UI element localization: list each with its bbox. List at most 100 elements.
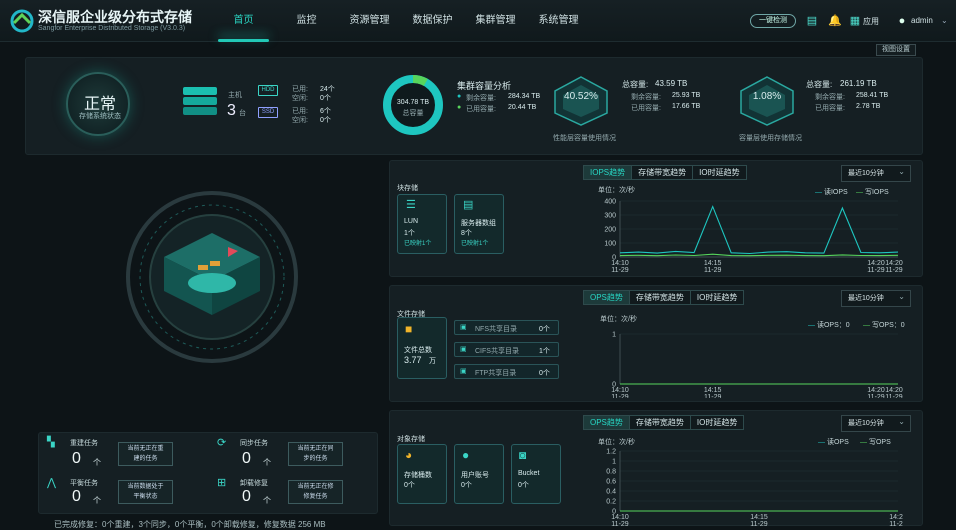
capacity-free-label: 剩余容量: <box>466 95 496 102</box>
repair-count: 0 <box>242 488 251 505</box>
rebuild-unit: 个 <box>93 458 101 467</box>
object-storage-title: 对象存储 <box>397 436 425 443</box>
repair-icon: ⊞ <box>217 477 227 489</box>
pool-card[interactable]: ◕ 存储桶数 0个 <box>397 444 447 504</box>
ftp-label: FTP共享目录 <box>475 370 517 377</box>
bucket-card[interactable]: ◙ Bucket 0个 <box>511 444 561 504</box>
nfs-label: NFS共享目录 <box>475 326 517 333</box>
sync-label: 同步任务 <box>240 440 268 447</box>
share-icon: ▣ <box>460 368 467 375</box>
balance-count: 0 <box>72 488 81 505</box>
perf-total-value: 43.59 TB <box>655 79 688 88</box>
document-icon: ▤ <box>463 199 474 211</box>
nav-system[interactable]: 系统管理 <box>527 0 590 42</box>
file-time-select[interactable]: 最近10分钟 <box>841 289 911 307</box>
perf-free-label: 剩余容量: <box>631 94 661 101</box>
tab-ops[interactable]: OPS趋势 <box>584 416 630 429</box>
perf-tier-caption: 性能层容量使用情况 <box>553 135 616 142</box>
file-legend-read: — 读OPS：0 <box>808 322 850 329</box>
object-unit: 单位：次/秒 <box>598 439 635 446</box>
ftp-row[interactable]: ▣ FTP共享目录 0个 <box>454 364 559 379</box>
report-icon[interactable]: ▤ <box>805 14 819 28</box>
nav-resource[interactable]: 资源管理 <box>338 0 401 42</box>
object-legend-read: — 读OPS <box>818 439 849 446</box>
user-icon[interactable]: ● <box>895 14 909 28</box>
tab-bandwidth[interactable]: 存储带宽趋势 <box>630 416 691 429</box>
tab-latency[interactable]: IO时延趋势 <box>693 166 745 179</box>
lun-card[interactable]: ☰ LUN 1个 已映射1个 <box>397 194 447 254</box>
chevron-down-icon[interactable]: ⌄ <box>941 16 948 25</box>
series-line-write <box>619 253 899 257</box>
y-tick-label: 0.8 <box>606 469 616 476</box>
x-tick-date: 11-29 <box>867 394 884 398</box>
sync-icon: ⟳ <box>217 437 227 449</box>
tab-latency[interactable]: IO时延趋势 <box>691 416 743 429</box>
file-count-card[interactable]: ■ 文件总数 3.77 万 <box>397 317 447 379</box>
object-legend-write: — 写OPS <box>860 439 891 446</box>
x-tick-label: 14:10 <box>611 514 629 521</box>
tab-ops[interactable]: OPS趋势 <box>584 291 630 304</box>
series-line-read <box>619 205 899 255</box>
y-tick-label: 400 <box>604 199 616 206</box>
host-group-card[interactable]: ▤ 服务器数组 8个 已映射1个 <box>454 194 504 254</box>
server-icon <box>183 87 217 115</box>
share-icon: ▣ <box>460 346 467 353</box>
one-click-inspect-button[interactable]: 一键检测 <box>750 14 796 28</box>
balance-icon: ⋀ <box>47 477 57 489</box>
tab-latency[interactable]: IO时延趋势 <box>691 291 743 304</box>
perf-total-label: 总容量: <box>622 80 649 89</box>
file-count-unit: 万 <box>429 358 436 365</box>
block-time-select[interactable]: 最近10分钟 <box>841 164 911 182</box>
system-status-label: 存储系统状态 <box>79 113 121 120</box>
tab-iops[interactable]: IOPS趋势 <box>584 166 633 179</box>
iops-chart: 400300200100014:1011-2914:1511-2914:2011… <box>604 199 903 273</box>
x-tick-label: 14:20 <box>885 260 903 267</box>
app-subtitle: Sangfor Enterprise Distributed Storage (… <box>38 25 186 32</box>
block-unit: 单位：次/秒 <box>598 187 635 194</box>
x-tick-date: 11-29 <box>704 267 721 272</box>
apps-label[interactable]: 应用 <box>863 16 879 27</box>
nav-monitor[interactable]: 监控 <box>275 0 338 42</box>
user-card[interactable]: ● 用户账号 0个 <box>454 444 504 504</box>
host-group-value: 8个 <box>461 230 472 237</box>
y-tick-label: 1.2 <box>606 449 616 456</box>
balance-status-box: 当前数据处于 平衡状态 <box>118 480 173 504</box>
x-tick-date: 11-29 <box>611 521 628 527</box>
nav-home[interactable]: 首页 <box>212 0 275 42</box>
nav-data-protection[interactable]: 数据保护 <box>401 0 464 42</box>
pie-icon: ◕ <box>405 448 413 462</box>
x-tick-date: 11-29 <box>867 267 884 272</box>
bucket-value: 0个 <box>518 482 529 489</box>
repair-summary: 已完成修复：0个重建，3个同步，0个平衡，0个卸载修复，修复数据 256 MB <box>54 520 326 529</box>
repair-status-box: 当前无正在修 修复任务 <box>288 480 343 504</box>
balance-label: 平衡任务 <box>70 480 98 487</box>
system-status-ring: 正常 存储系统状态 <box>66 72 130 136</box>
cifs-label: CIFS共享目录 <box>475 348 519 355</box>
rebuild-label: 重建任务 <box>70 440 98 447</box>
user-name[interactable]: admin <box>911 16 933 25</box>
rebuild-status-box: 当前无正在重 建的任务 <box>118 442 173 466</box>
tab-bandwidth[interactable]: 存储带宽趋势 <box>630 291 691 304</box>
block-tabs: IOPS趋势 存储带宽趋势 IO时延趋势 <box>583 165 747 180</box>
y-tick-label: 1 <box>612 332 616 339</box>
bell-icon[interactable]: 🔔 <box>828 14 842 28</box>
object-tabs: OPS趋势 存储带宽趋势 IO时延趋势 <box>583 415 745 430</box>
view-settings-button[interactable]: 视图设置 <box>876 44 916 56</box>
account-label: 用户账号 <box>461 472 489 479</box>
perf-used-label: 已用容量: <box>631 105 661 112</box>
x-tick-label: 14:20 <box>867 260 885 267</box>
nav-cluster[interactable]: 集群管理 <box>464 0 527 42</box>
nfs-row[interactable]: ▣ NFS共享目录 0个 <box>454 320 559 335</box>
host-group-mapped: 已映射1个 <box>461 241 489 247</box>
account-value: 0个 <box>461 482 472 489</box>
capl-free-label: 剩余容量: <box>815 94 845 101</box>
capacity-title: 集群容量分析 <box>457 81 512 91</box>
ssd-free-label: 空闲: <box>292 117 308 124</box>
apps-grid-icon[interactable]: ▦ <box>848 14 862 28</box>
tab-bandwidth[interactable]: 存储带宽趋势 <box>632 166 694 179</box>
cifs-row[interactable]: ▣ CIFS共享目录 1个 <box>454 342 559 357</box>
capacity-used-value: 20.44 TB <box>508 104 537 111</box>
object-time-select[interactable]: 最近10分钟 <box>841 414 911 432</box>
file-ops-chart: 1014:1011-2914:1511-2914:2011-2914:2011-… <box>611 332 903 399</box>
x-tick-label: 14:10 <box>611 260 629 267</box>
